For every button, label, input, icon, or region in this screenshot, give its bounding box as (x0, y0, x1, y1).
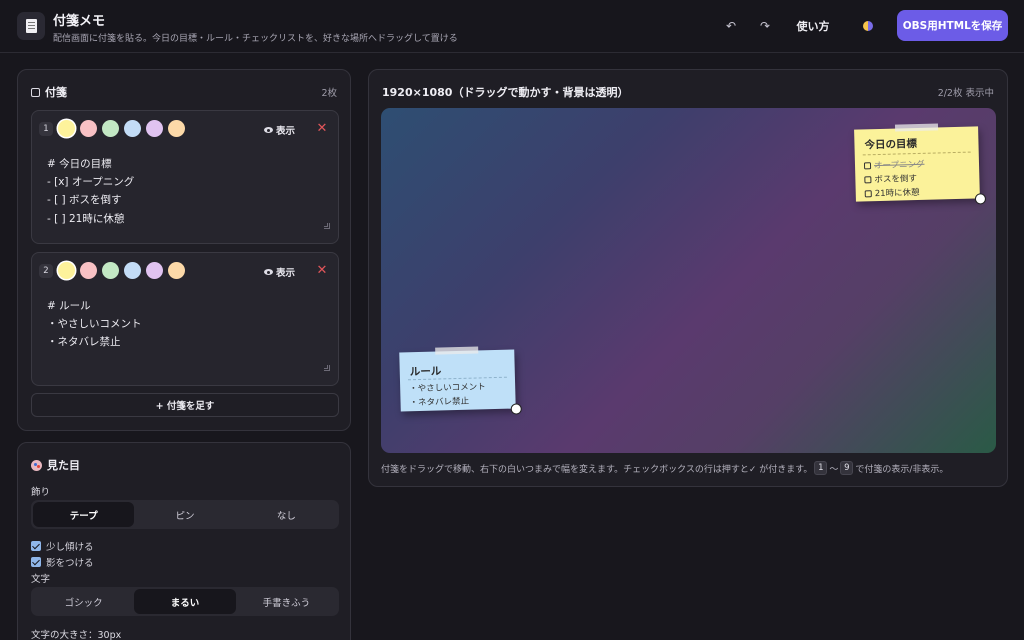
hint-separator: 〜 (829, 464, 839, 475)
textarea-resize-grip[interactable] (324, 365, 330, 371)
show-toggle-label: 表示 (276, 126, 296, 137)
delete-note-icon[interactable]: ✕ (314, 262, 330, 278)
note-number-badge: 1 (39, 122, 53, 136)
tape-decoration (894, 123, 939, 132)
note-card: 2 表示 ✕ # ルール ・やさしいコメント ・ネタバレ禁止 (31, 252, 339, 386)
note-textarea[interactable]: # 今日の目標 - [x] オープニング - [ ] ボスを倒す - [ ] 2… (47, 155, 134, 228)
decoration-segmented-control: テープ ピン なし (31, 500, 339, 529)
undo-icon[interactable]: ↶ (722, 16, 740, 36)
add-note-button[interactable]: + 付箋を足す (31, 393, 339, 417)
appearance-panel-title: 見た目 (31, 457, 80, 473)
color-swatches (58, 120, 185, 137)
palette-icon (31, 459, 42, 471)
sticky-line: ・やさしいコメント (409, 382, 486, 395)
note-card: 1 表示 ✕ # 今日の目標 - [x] オープニング - [ ] ボスを倒す … (31, 110, 339, 244)
preview-canvas[interactable]: 今日の目標 オープニング ボスを倒す 21時に休憩 ルール ・やさしいコメント … (381, 108, 996, 453)
sticky-note-goals[interactable]: 今日の目標 オープニング ボスを倒す 21時に休憩 (854, 123, 987, 205)
notes-count: 2枚 (321, 88, 337, 99)
color-swatches (58, 262, 185, 279)
tilt-checkbox[interactable]: 少し傾ける (31, 539, 94, 553)
checkbox-icon (864, 175, 872, 183)
sticky-checklist-item[interactable]: ボスを倒す (864, 172, 917, 185)
note-square-icon (31, 87, 40, 97)
app-title: 付箋メモ (53, 14, 106, 29)
sticky-item-text: ボスを倒す (874, 174, 918, 186)
sticky-item-text: オープニング (873, 159, 925, 172)
notes-panel: 付箋 2枚 1 表示 ✕ # 今日の目標 - [x] オープニング - [ ] … (17, 69, 351, 431)
hint-text-end: で付箋の表示/非表示。 (855, 464, 949, 475)
checkbox-icon (864, 189, 872, 197)
color-swatch-purple[interactable] (146, 120, 163, 137)
textarea-resize-grip[interactable] (324, 223, 330, 229)
color-swatch-orange[interactable] (168, 120, 185, 137)
key-hint-1: 1 (814, 461, 828, 475)
color-swatch-orange[interactable] (168, 262, 185, 279)
font-option-round[interactable]: まるい (134, 589, 236, 614)
font-option-handwritten[interactable]: 手書きふう (236, 589, 337, 614)
color-swatch-yellow[interactable] (58, 262, 75, 279)
sticky-note-rules[interactable]: ルール ・やさしいコメント ・ネタバレ禁止 (399, 346, 522, 415)
resize-handle[interactable] (974, 193, 987, 205)
tape-decoration (435, 346, 479, 355)
appearance-panel: 見た目 飾り テープ ピン なし 少し傾ける 影をつける 文字 ゴシック まるい… (17, 442, 351, 640)
key-hint-9: 9 (840, 461, 854, 475)
appearance-title-text: 見た目 (47, 459, 80, 472)
sticky-line: ・ネタバレ禁止 (409, 396, 470, 409)
memo-app-icon (17, 12, 45, 40)
font-segmented-control: ゴシック まるい 手書きふう (31, 587, 339, 616)
preview-hint: 付箋をドラッグで移動、右下の白いつまみで幅を変えます。チェックボックスの行は押す… (381, 461, 948, 475)
sticky-divider (862, 151, 971, 156)
show-toggle[interactable]: 表示 (264, 265, 295, 279)
decoration-option-none[interactable]: なし (236, 502, 337, 527)
shadow-checkbox[interactable]: 影をつける (31, 555, 94, 569)
sticky-item-text: 21時に休憩 (874, 187, 920, 200)
app-subtitle: 配信画面に付箋を貼る。今日の目標・ルール・チェックリストを、好きな場所へドラッグ… (53, 34, 458, 44)
delete-note-icon[interactable]: ✕ (314, 120, 330, 136)
font-size-label: 文字の大きさ：30px (31, 630, 122, 640)
theme-toggle-icon[interactable] (858, 16, 878, 36)
note-textarea[interactable]: # ルール ・やさしいコメント ・ネタバレ禁止 (47, 297, 142, 352)
font-option-gothic[interactable]: ゴシック (33, 589, 134, 614)
preview-status: 2/2枚 表示中 (937, 88, 994, 99)
shadow-label: 影をつける (46, 558, 94, 569)
redo-icon[interactable]: ↷ (756, 16, 774, 36)
sticky-title: 今日の目標 (864, 137, 918, 152)
color-swatch-pink[interactable] (80, 262, 97, 279)
color-swatch-green[interactable] (102, 120, 119, 137)
color-swatch-yellow[interactable] (58, 120, 75, 137)
checkbox-checked-icon (31, 557, 41, 567)
decoration-option-pin[interactable]: ピン (134, 502, 235, 527)
save-obs-html-button[interactable]: OBS用HTMLを保存 (897, 10, 1008, 41)
checkbox-icon (863, 161, 872, 169)
color-swatch-purple[interactable] (146, 262, 163, 279)
eye-icon (264, 127, 273, 133)
note-number-badge: 2 (39, 264, 53, 278)
checkbox-checked-icon (31, 541, 41, 551)
eye-icon (264, 269, 273, 275)
notes-panel-title: 付箋 (31, 84, 67, 100)
show-toggle-label: 表示 (276, 268, 296, 279)
tilt-label: 少し傾ける (46, 542, 94, 553)
help-button[interactable]: 使い方 (790, 16, 836, 36)
sticky-checklist-item[interactable]: オープニング (863, 158, 925, 172)
app-header: 付箋メモ 配信画面に付箋を貼る。今日の目標・ルール・チェックリストを、好きな場所… (0, 0, 1024, 53)
color-swatch-green[interactable] (102, 262, 119, 279)
show-toggle[interactable]: 表示 (264, 123, 295, 137)
preview-title: 1920×1080（ドラッグで動かす・背景は透明） (382, 86, 629, 99)
color-swatch-blue[interactable] (124, 120, 141, 137)
hint-text: 付箋をドラッグで移動、右下の白いつまみで幅を変えます。チェックボックスの行は押す… (381, 464, 813, 475)
decoration-label: 飾り (31, 487, 51, 498)
font-label: 文字 (31, 574, 51, 585)
preview-panel: 1920×1080（ドラッグで動かす・背景は透明） 2/2枚 表示中 今日の目標… (368, 69, 1008, 487)
sticky-checklist-item[interactable]: 21時に休憩 (864, 186, 920, 200)
notes-panel-title-text: 付箋 (45, 86, 67, 99)
decoration-option-tape[interactable]: テープ (33, 502, 135, 527)
color-swatch-pink[interactable] (80, 120, 97, 137)
sticky-title: ルール (409, 365, 442, 379)
resize-handle[interactable] (510, 403, 522, 415)
color-swatch-blue[interactable] (124, 262, 141, 279)
